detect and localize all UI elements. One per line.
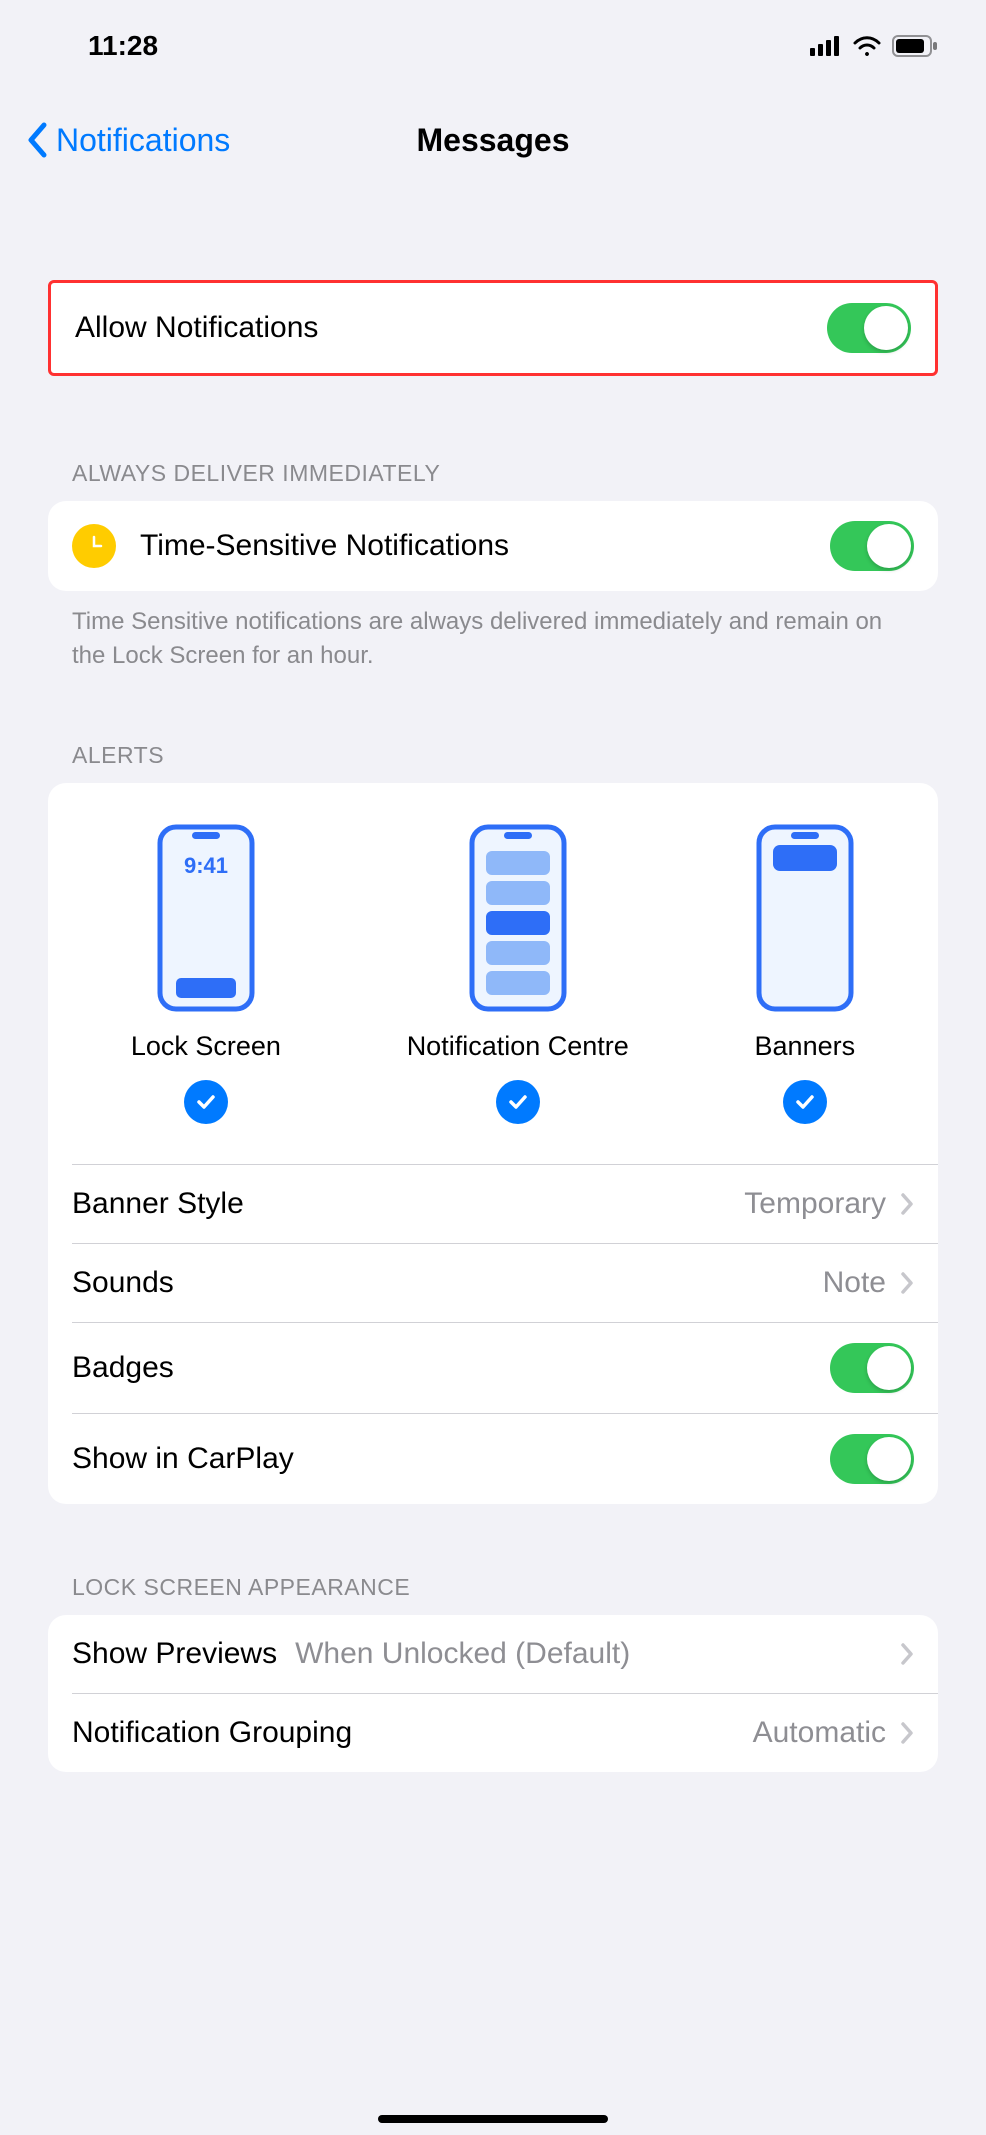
allow-notifications-switch[interactable] bbox=[827, 303, 911, 353]
allow-notifications-row[interactable]: Allow Notifications bbox=[51, 283, 935, 373]
banner-style-label: Banner Style bbox=[72, 1187, 744, 1221]
alert-option-centre-check[interactable] bbox=[496, 1080, 540, 1124]
chevron-right-icon bbox=[900, 1642, 914, 1666]
banners-phone-icon bbox=[755, 823, 855, 1013]
checkmark-icon bbox=[793, 1090, 817, 1114]
notification-grouping-value: Automatic bbox=[753, 1716, 886, 1750]
badges-switch[interactable] bbox=[830, 1343, 914, 1393]
sounds-value: Note bbox=[823, 1266, 886, 1300]
clock-icon bbox=[72, 524, 116, 568]
alert-option-banners-label: Banners bbox=[755, 1031, 856, 1062]
sounds-row[interactable]: Sounds Note bbox=[48, 1244, 938, 1322]
checkmark-icon bbox=[194, 1090, 218, 1114]
allow-notifications-label: Allow Notifications bbox=[75, 311, 827, 345]
navigation-bar: Notifications Messages bbox=[0, 100, 986, 180]
home-indicator[interactable] bbox=[378, 2115, 608, 2123]
immediate-header: ALWAYS DELIVER IMMEDIATELY bbox=[48, 460, 938, 501]
show-previews-label: Show Previews bbox=[72, 1637, 277, 1671]
status-bar: 11:28 bbox=[0, 0, 986, 60]
back-button[interactable]: Notifications bbox=[0, 122, 230, 159]
carplay-row[interactable]: Show in CarPlay bbox=[48, 1414, 938, 1504]
chevron-left-icon bbox=[26, 122, 48, 158]
checkmark-icon bbox=[506, 1090, 530, 1114]
immediate-group: Time-Sensitive Notifications bbox=[48, 501, 938, 591]
centre-phone-icon bbox=[468, 823, 568, 1013]
alert-option-banners-check[interactable] bbox=[783, 1080, 827, 1124]
cellular-icon bbox=[810, 36, 842, 56]
svg-text:9:41: 9:41 bbox=[184, 853, 228, 878]
chevron-right-icon bbox=[900, 1192, 914, 1216]
show-previews-value: When Unlocked (Default) bbox=[295, 1637, 886, 1671]
notification-grouping-row[interactable]: Notification Grouping Automatic bbox=[48, 1694, 938, 1772]
status-icons bbox=[810, 35, 938, 57]
alert-option-lockscreen[interactable]: 9:41 Lock Screen bbox=[131, 823, 281, 1124]
battery-icon bbox=[892, 35, 938, 57]
badges-row[interactable]: Badges bbox=[48, 1323, 938, 1413]
banner-style-row[interactable]: Banner Style Temporary bbox=[48, 1165, 938, 1243]
alert-option-lockscreen-check[interactable] bbox=[184, 1080, 228, 1124]
alert-option-centre[interactable]: Notification Centre bbox=[407, 823, 629, 1124]
alert-option-banners[interactable]: Banners bbox=[755, 823, 856, 1124]
carplay-switch[interactable] bbox=[830, 1434, 914, 1484]
badges-label: Badges bbox=[72, 1351, 830, 1385]
carplay-label: Show in CarPlay bbox=[72, 1442, 830, 1476]
lockscreen-group: Show Previews When Unlocked (Default) No… bbox=[48, 1615, 938, 1772]
page-title: Messages bbox=[417, 122, 570, 159]
chevron-right-icon bbox=[900, 1721, 914, 1745]
notification-grouping-label: Notification Grouping bbox=[72, 1716, 753, 1750]
banner-style-value: Temporary bbox=[744, 1187, 886, 1221]
back-label: Notifications bbox=[56, 122, 230, 159]
time-sensitive-switch[interactable] bbox=[830, 521, 914, 571]
lockscreen-header: LOCK SCREEN APPEARANCE bbox=[48, 1574, 938, 1615]
lockscreen-phone-icon: 9:41 bbox=[156, 823, 256, 1013]
immediate-footer: Time Sensitive notifications are always … bbox=[48, 591, 938, 672]
chevron-right-icon bbox=[900, 1271, 914, 1295]
alert-option-lockscreen-label: Lock Screen bbox=[131, 1031, 281, 1062]
alerts-header: ALERTS bbox=[48, 742, 938, 783]
alert-option-centre-label: Notification Centre bbox=[407, 1031, 629, 1062]
time-sensitive-row[interactable]: Time-Sensitive Notifications bbox=[48, 501, 938, 591]
time-sensitive-label: Time-Sensitive Notifications bbox=[140, 529, 830, 563]
alerts-group: 9:41 Lock Screen N bbox=[48, 783, 938, 1504]
sounds-label: Sounds bbox=[72, 1266, 823, 1300]
allow-notifications-group: Allow Notifications bbox=[48, 280, 938, 376]
alerts-options-row: 9:41 Lock Screen N bbox=[48, 783, 938, 1144]
status-time: 11:28 bbox=[48, 30, 158, 62]
show-previews-row[interactable]: Show Previews When Unlocked (Default) bbox=[48, 1615, 938, 1693]
wifi-icon bbox=[852, 35, 882, 57]
